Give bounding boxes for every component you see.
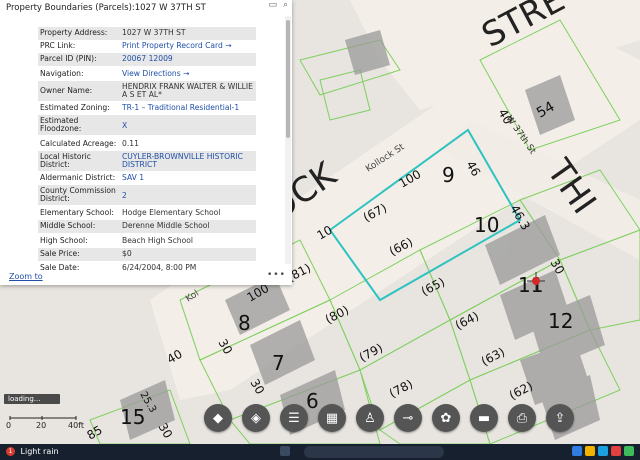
lot-number: 10 [474, 213, 499, 237]
view-directions-link[interactable]: View Directions → [122, 69, 256, 78]
share-icon[interactable]: ⇪ [546, 404, 574, 432]
windows-start-icon[interactable] [280, 446, 290, 456]
owner-name-value: HENDRIX FRANK WALTER & WILLIE A S ET AL* [122, 82, 253, 100]
ruler-icon[interactable]: ▬ [470, 404, 498, 432]
local-historic-district-label: Local Historic District: [40, 152, 91, 170]
elementary-school-value: Hodge Elementary School [122, 208, 221, 217]
estimated-zoning-link[interactable]: TR-1 – Traditional Residential-1 [122, 103, 256, 112]
more-options-icon[interactable]: ••• [267, 270, 286, 280]
palette-icon[interactable]: ✿ [432, 404, 460, 432]
property-address-value: 1027 W 37TH ST [122, 28, 186, 37]
print-icon[interactable]: ⎙ [508, 404, 536, 432]
weather-text: Light rain [20, 447, 59, 456]
elementary-school-label: Elementary School: [40, 208, 114, 217]
county-commission-district-label: County Commission District: [40, 186, 116, 204]
loading-indicator: loading... [4, 394, 60, 404]
popup-scroll-thumb[interactable] [286, 20, 290, 138]
navigation-label: Navigation: [40, 69, 84, 78]
lot-number: 9 [442, 163, 455, 187]
lot-number: 8 [238, 311, 251, 335]
lot-number: 11 [518, 273, 543, 297]
property-address-label: Property Address: [40, 28, 108, 37]
lot-number: 7 [272, 351, 285, 375]
legend-list-icon[interactable]: ☰ [280, 404, 308, 432]
app-icon-2[interactable] [585, 446, 595, 456]
aldermanic-district-link[interactable]: SAV 1 [122, 173, 256, 182]
parcel-id-link[interactable]: 20067 12009 [122, 54, 256, 63]
middle-school-value: Derenne Middle School [122, 221, 210, 230]
lot-number: 12 [548, 309, 573, 333]
sale-price-value: $0 [122, 249, 132, 258]
prc-link[interactable]: Print Property Record Card → [122, 41, 256, 50]
middle-school-label: Middle School: [40, 221, 96, 230]
scale-label-0: 0 [6, 421, 11, 429]
map-toolbar: ◆ ◈ ☰ ▦ ♙ ⊸ ✿ ▬ ⎙ ⇪ [204, 404, 580, 436]
parcel-info-popup: Property Boundaries (Parcels):1027 W 37T… [0, 0, 292, 285]
sale-date-label: Sale Date: [40, 263, 80, 272]
app-icon-1[interactable] [572, 446, 582, 456]
county-commission-district-link[interactable]: 2 [122, 191, 256, 200]
person-icon[interactable]: ♙ [356, 404, 384, 432]
app-icon-4[interactable] [611, 446, 621, 456]
taskbar-app-tray [572, 446, 634, 456]
basemap-icon[interactable]: ◆ [204, 404, 232, 432]
weather-widget[interactable]: 1 Light rain [6, 447, 59, 456]
scale-bar: 0 20 40ft [6, 414, 88, 430]
grid-icon[interactable]: ▦ [318, 404, 346, 432]
dock-icon[interactable]: ▭ [268, 0, 277, 14]
lot-number: 15 [120, 405, 145, 429]
app-icon-5[interactable] [624, 446, 634, 456]
weather-badge: 1 [6, 447, 15, 456]
prc-link-label: PRC Link: [40, 41, 76, 50]
estimated-floodzone-label: Estimated Floodzone: [40, 116, 82, 134]
scale-label-20: 20 [36, 421, 46, 429]
layers-icon[interactable]: ◈ [242, 404, 270, 432]
taskbar-search-box[interactable] [304, 446, 444, 458]
aldermanic-district-label: Aldermanic District: [40, 173, 116, 182]
windows-taskbar: 1 Light rain [0, 444, 640, 460]
popup-title: Property Boundaries (Parcels):1027 W 37T… [6, 3, 206, 13]
measure-icon[interactable]: ⊸ [394, 404, 422, 432]
floodzone-link[interactable]: X [122, 121, 256, 130]
search-icon[interactable]: ⌕ [283, 0, 288, 14]
historic-district-link[interactable]: CUYLER-BROWNVILLE HISTORIC DISTRICT [122, 152, 256, 170]
high-school-label: High School: [40, 236, 88, 245]
taskbar-start[interactable] [280, 446, 290, 458]
calculated-acreage-label: Calculated Acreage: [40, 139, 117, 148]
zoom-to-link[interactable]: Zoom to [9, 272, 43, 281]
sale-price-label: Sale Price: [40, 249, 80, 258]
sale-date-value: 6/24/2004, 8:00 PM [122, 263, 197, 272]
estimated-zoning-label: Estimated Zoning: [40, 103, 110, 112]
scale-label-40ft: 40ft [68, 421, 84, 429]
calculated-acreage-value: 0.11 [122, 139, 139, 148]
parcel-id-label: Parcel ID (PIN): [40, 54, 97, 63]
high-school-value: Beach High School [122, 236, 194, 245]
app-icon-3[interactable] [598, 446, 608, 456]
owner-name-label: Owner Name: [40, 86, 93, 95]
popup-tools: ▭ ⌕ [268, 0, 288, 14]
